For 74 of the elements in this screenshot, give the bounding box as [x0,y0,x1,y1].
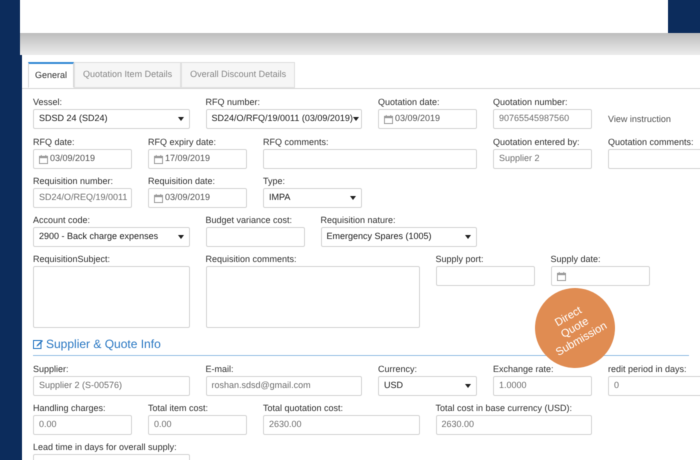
calendar-icon [154,154,163,164]
select-field[interactable]: 2900 - Back charge expenses [33,227,190,247]
field-label: Total cost in base currency (USD): [436,403,572,414]
section-title: Supplier & Quote Info [46,336,161,353]
tab[interactable]: Quotation Item Details [74,62,182,88]
input-field[interactable]: SD24/O/REQ/19/0011 [33,188,132,208]
select-field[interactable]: Emergency Spares (1005) [320,227,477,247]
tab[interactable]: Overall Discount Details [181,62,296,88]
input-field[interactable]: 0.00 [33,415,132,435]
input-field[interactable] [263,149,477,169]
field-label: Quotation entered by: [493,137,580,148]
dropdown-caret-icon [465,384,471,388]
input-field[interactable]: 0.00 [148,415,247,435]
input-field[interactable]: 1.0000 [493,376,592,396]
field-label: Quotation number: [493,97,568,108]
input-field[interactable]: Supplier 2 (S-00576) [33,376,190,396]
calendar-icon [39,154,48,164]
field-label: Total quotation cost: [263,403,344,414]
select-field[interactable]: SDSD 24 (SD24) [33,109,190,129]
select-field[interactable]: USD [378,376,477,396]
field-label: Currency: [378,364,418,375]
field-label: Supply date: [550,254,601,265]
field-label: Handling charges: [33,403,106,414]
field-label: Requisition comments: [206,254,297,265]
text-area[interactable] [206,266,420,328]
field-label: RFQ expiry date: [148,137,216,148]
dropdown-caret-icon [178,117,184,121]
text-area[interactable] [33,266,190,328]
dropdown-caret-icon [352,117,359,121]
field-label: Account code: [33,215,90,226]
field-label: redit period in days: [608,364,687,375]
field-label: Type: [263,176,286,187]
input-field[interactable]: roshan.sdsd@gmail.com [206,376,362,396]
select-field[interactable]: IMPA [263,188,362,208]
field-label: RFQ date: [33,137,75,148]
field-label: Lead time in days for overall supply: [33,442,177,453]
field-label: Supply port: [436,254,484,265]
calendar-icon [154,194,163,202]
input-field[interactable]: Supplier 2 [493,149,592,169]
field-label: Vessel: [33,97,62,108]
view-instruction-link[interactable]: View instruction [608,114,671,124]
input-field[interactable]: 90765545987560 [493,109,592,129]
field-label: Requisition date: [148,176,216,187]
date-field[interactable]: 03/09/2019 [148,188,247,208]
input-field[interactable] [436,266,534,286]
dropdown-caret-icon [350,196,356,200]
field-label: Quotation comments: [608,137,694,148]
input-field[interactable]: 2630.00 [263,415,420,435]
dropdown-caret-icon [178,235,184,239]
select-field[interactable]: SD24/O/RFQ/19/0011 (03/09/2019) [206,109,362,129]
date-field[interactable]: 03/09/2019 [378,109,477,129]
field-label: Requisition nature: [320,215,396,226]
dropdown-caret-icon [465,235,471,239]
field-label: Quotation date: [378,97,440,108]
field-label: RequisitionSubject: [33,254,110,265]
field-label: Exchange rate: [493,364,554,375]
input-field[interactable]: 2630.00 [436,415,592,435]
field-label: Supplier: [33,364,69,375]
field-label: Requisition number: [33,176,114,187]
tab[interactable]: General [28,62,74,88]
input-field[interactable]: 0 [608,376,700,396]
edit-icon [33,339,43,349]
date-field[interactable]: 03/09/2019 [33,149,132,169]
field-label: E-mail: [206,364,234,375]
date-field[interactable]: 17/09/2019 [148,149,247,169]
field-label: RFQ number: [206,97,260,108]
field-label: RFQ comments: [263,137,329,148]
field-label: Total item cost: [148,403,208,414]
field-label: Budget variance cost: [206,215,292,226]
date-field[interactable] [550,266,650,286]
calendar-icon [384,114,393,124]
input-field[interactable] [206,227,304,247]
input-field[interactable] [608,149,700,169]
calendar-icon [556,272,566,280]
